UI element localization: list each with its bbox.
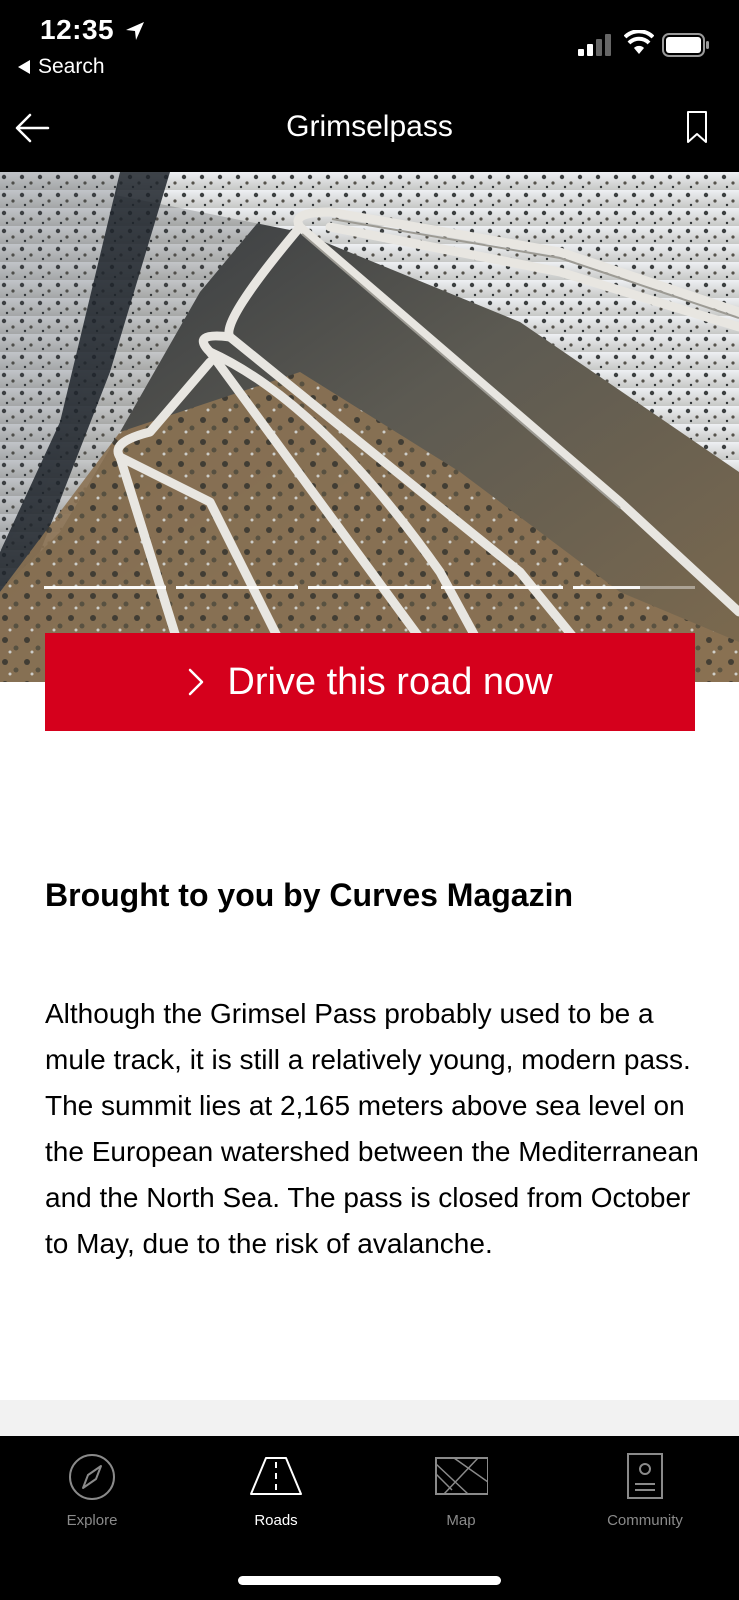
tab-explore[interactable]: Explore	[0, 1452, 184, 1552]
cellular-signal-icon	[578, 34, 611, 56]
tab-label: Map	[446, 1512, 476, 1529]
page-title: Grimselpass	[286, 110, 453, 143]
drive-this-road-button[interactable]: Drive this road now	[45, 633, 695, 731]
drive-button-label: Drive this road now	[227, 660, 553, 703]
content-footer-divider	[0, 1400, 739, 1436]
tab-map[interactable]: Map	[369, 1452, 553, 1552]
pager-segment	[440, 586, 563, 589]
image-pager	[44, 586, 696, 590]
pager-segment	[44, 586, 167, 589]
back-triangle-icon	[18, 60, 30, 74]
tab-community[interactable]: Community	[553, 1452, 737, 1552]
location-arrow-icon	[126, 22, 144, 40]
status-time: 12:35	[40, 14, 115, 45]
road-description: Although the Grimsel Pass probably used …	[45, 998, 699, 1259]
mountain-pass-photo	[0, 172, 739, 682]
tab-label: Community	[607, 1512, 683, 1529]
section-heading: Brought to you by Curves Magazin	[45, 877, 574, 913]
pager-segment	[176, 586, 299, 589]
wifi-icon	[624, 30, 654, 54]
compass-icon	[69, 1454, 115, 1500]
tab-label: Roads	[254, 1512, 298, 1529]
home-indicator[interactable]	[238, 1576, 501, 1585]
pager-segment-current	[572, 586, 696, 589]
hero-image[interactable]	[0, 172, 739, 682]
nav-bar: Grimselpass	[0, 88, 739, 172]
battery-icon	[662, 33, 709, 57]
back-app-label: Search	[38, 55, 105, 78]
profile-card-icon	[627, 1453, 663, 1499]
back-to-search-link[interactable]: Search	[18, 55, 105, 79]
status-bar: 12:35 Search	[0, 0, 739, 88]
bookmark-icon[interactable]	[686, 110, 708, 144]
road-icon	[250, 1457, 302, 1495]
tab-roads[interactable]: Roads	[184, 1452, 368, 1552]
pager-segment	[308, 586, 431, 589]
chevron-right-icon	[189, 668, 204, 696]
tab-label: Explore	[66, 1512, 118, 1529]
map-icon	[435, 1457, 488, 1495]
